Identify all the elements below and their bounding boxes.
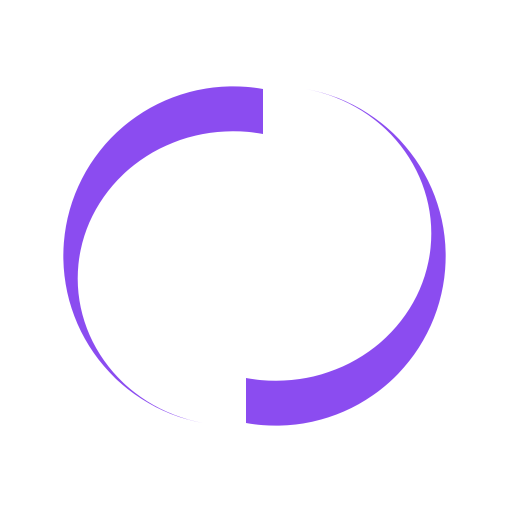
spinner-right-arc [246,89,446,426]
spinner-left-arc [63,86,263,423]
loading-spinner-icon [63,86,446,426]
icon-canvas [0,0,512,512]
